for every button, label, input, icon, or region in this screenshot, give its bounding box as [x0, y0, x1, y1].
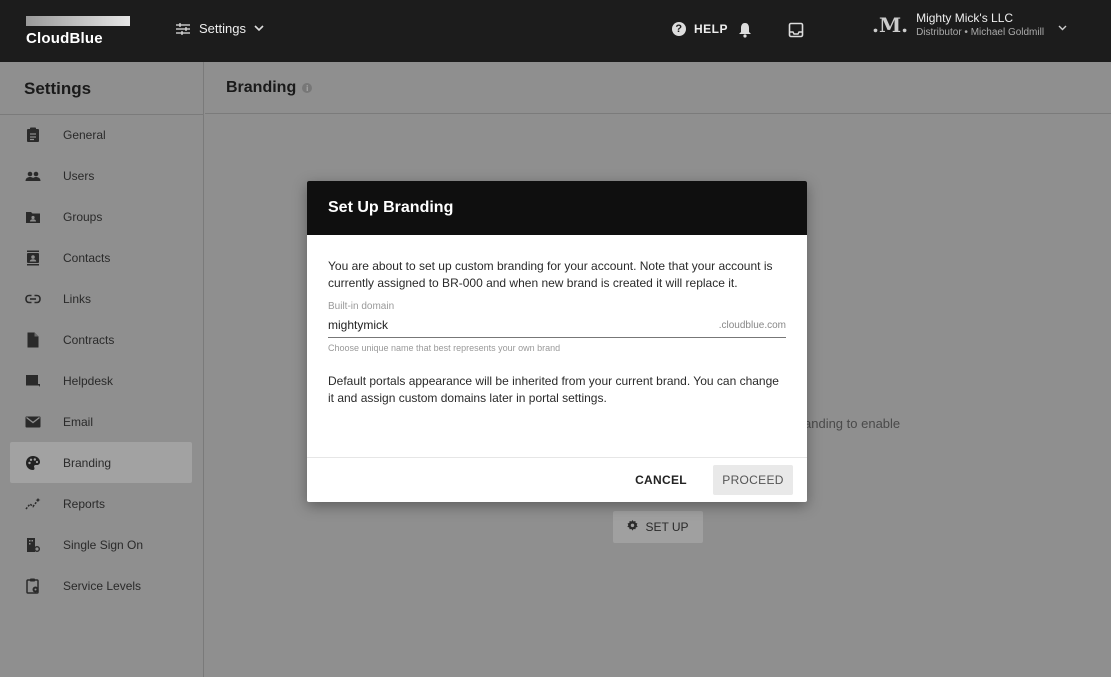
info-icon[interactable]: i	[302, 83, 313, 93]
contacts-icon	[25, 250, 41, 266]
dialog-footer: CANCEL PROCEED	[307, 457, 807, 502]
setup-branding-dialog: Set Up Branding You are about to set up …	[307, 181, 807, 502]
sidebar-item-label: Service Levels	[63, 578, 142, 593]
domain-suffix: .cloudblue.com	[718, 320, 786, 331]
sidebar-item-general[interactable]: General	[10, 114, 192, 155]
sidebar-item-label: Users	[63, 168, 95, 183]
reports-icon	[25, 496, 41, 512]
top-bar: CloudBlue Settings ? HELP .M. Mighty Mic…	[0, 0, 1111, 62]
account-subtitle: Distributor • Michael Goldmill	[916, 27, 1045, 38]
sidebar-item-label: Helpdesk	[63, 373, 114, 388]
groups-icon	[25, 209, 41, 225]
domain-input[interactable]	[328, 314, 719, 335]
sidebar-item-label: Branding	[63, 455, 112, 470]
proceed-button[interactable]: PROCEED	[713, 465, 793, 495]
dialog-title: Set Up Branding	[328, 199, 454, 216]
sidebar-title: Settings	[24, 79, 92, 98]
sidebar-item-label: Email	[63, 414, 94, 429]
sidebar-item-contacts[interactable]: Contacts	[10, 237, 192, 278]
sidebar-item-groups[interactable]: Groups	[10, 196, 192, 237]
sidebar-item-label: Contracts	[63, 332, 115, 347]
logo-text: CloudBlue	[26, 30, 103, 47]
setup-button-label: SET UP	[645, 520, 689, 534]
users-icon	[25, 168, 41, 184]
sidebar-item-label: Groups	[63, 209, 103, 224]
help-button[interactable]: ? HELP	[672, 22, 728, 36]
account-switcher[interactable]: .M. Mighty Mick's LLC Distributor • Mich…	[872, 11, 1067, 38]
account-logo: .M.	[872, 12, 909, 37]
sidebar-item-helpdesk[interactable]: Helpdesk	[10, 360, 192, 401]
sidebar-item-contracts[interactable]: Contracts	[10, 319, 192, 360]
clipboard-icon	[25, 127, 41, 143]
cancel-button[interactable]: CANCEL	[623, 465, 699, 495]
dialog-body: You are about to set up custom branding …	[307, 235, 807, 407]
dialog-header: Set Up Branding	[307, 181, 807, 235]
sidebar: Settings General Users Groups Contacts L…	[0, 62, 204, 677]
inbox-icon[interactable]	[788, 22, 804, 43]
dialog-note-text: Default portals appearance will be inher…	[328, 374, 779, 405]
chevron-down-icon	[254, 25, 264, 32]
sidebar-nav: General Users Groups Contacts Links Cont…	[10, 114, 192, 606]
page-header: Branding i	[205, 62, 1111, 114]
mail-icon	[25, 414, 41, 430]
account-name: Mighty Mick's LLC	[916, 11, 1014, 25]
page-title-text: Branding	[226, 79, 297, 96]
setup-button[interactable]: SET UP	[613, 511, 703, 543]
domain-field-hint: Choose unique name that best represents …	[328, 343, 561, 353]
sidebar-item-reports[interactable]: Reports	[10, 483, 192, 524]
sidebar-item-label: Links	[63, 291, 92, 306]
link-icon	[25, 291, 41, 307]
domain-field-label: Built-in domain	[328, 301, 395, 312]
sidebar-item-label: Reports	[63, 496, 106, 511]
helpdesk-icon	[25, 373, 41, 389]
sliders-icon	[175, 22, 191, 36]
dialog-intro-text: You are about to set up custom branding …	[328, 259, 773, 290]
page-title: Branding i	[226, 79, 313, 97]
logo-bar	[26, 16, 130, 26]
sidebar-item-label: Single Sign On	[63, 537, 144, 552]
sidebar-item-users[interactable]: Users	[10, 155, 192, 196]
service-levels-icon	[25, 578, 41, 594]
sidebar-item-service-levels[interactable]: Service Levels	[10, 565, 192, 606]
help-icon: ?	[672, 22, 686, 36]
palette-icon	[25, 455, 41, 471]
sidebar-item-email[interactable]: Email	[10, 401, 192, 442]
sidebar-item-single-sign-on[interactable]: Single Sign On	[10, 524, 192, 565]
domain-field: .cloudblue.com	[328, 314, 786, 338]
cloudblue-logo[interactable]: CloudBlue	[26, 16, 130, 47]
settings-menu[interactable]: Settings	[175, 21, 264, 36]
notifications-bell-icon[interactable]	[738, 22, 752, 43]
sidebar-item-branding[interactable]: Branding	[10, 442, 192, 483]
empty-state-text: anding to enable	[804, 416, 901, 431]
settings-menu-label: Settings	[199, 21, 246, 36]
chevron-down-icon	[1058, 18, 1067, 36]
document-icon	[25, 332, 41, 348]
sidebar-item-label: Contacts	[63, 250, 111, 265]
help-label: HELP	[694, 22, 729, 36]
gear-icon	[627, 520, 639, 534]
sidebar-item-links[interactable]: Links	[10, 278, 192, 319]
sso-icon	[25, 537, 41, 553]
sidebar-item-label: General	[63, 127, 106, 142]
